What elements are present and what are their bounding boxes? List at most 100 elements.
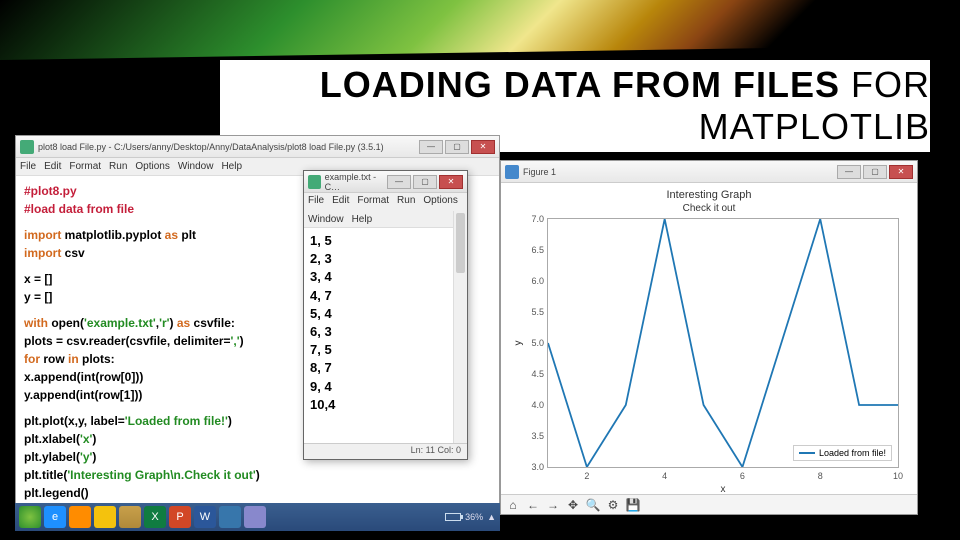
menu-help[interactable]: Help (221, 161, 242, 172)
menu-file[interactable]: File (308, 195, 324, 206)
word-icon[interactable]: W (194, 506, 216, 528)
ie-icon[interactable]: e (44, 506, 66, 528)
notepad-title: example.txt - C… (325, 172, 387, 192)
minimize-button[interactable]: — (837, 165, 861, 179)
x-tick-label: 2 (584, 471, 589, 481)
system-tray[interactable]: 36% ▲ (445, 512, 496, 522)
data-line: 7, 5 (310, 341, 461, 359)
text-file-icon (308, 175, 321, 189)
configure-icon[interactable]: ⚙ (605, 498, 621, 512)
editor-title: plot8 load File.py - C:/Users/anny/Deskt… (38, 142, 384, 152)
notepad-window-controls: — ▢ ✕ (387, 175, 463, 189)
menu-format[interactable]: Format (357, 195, 389, 206)
notepad-content[interactable]: 1, 5 2, 3 3, 4 4, 7 5, 4 6, 3 7, 5 8, 7 … (304, 228, 467, 418)
menu-window[interactable]: Window (308, 214, 344, 225)
matplotlib-icon (505, 165, 519, 179)
notepad-window: example.txt - C… — ▢ ✕ File Edit Format … (303, 170, 468, 460)
y-tick-label: 6.5 (522, 245, 544, 255)
chart-title: Interesting Graph (511, 189, 907, 201)
taskbar: e X P W 36% ▲ (15, 503, 500, 531)
battery-icon (445, 513, 461, 521)
maximize-button[interactable]: ▢ (445, 140, 469, 154)
legend-label: Loaded from file! (819, 448, 886, 458)
notepad-status: Ln: 11 Col: 0 (304, 443, 467, 459)
back-icon[interactable]: ← (525, 498, 541, 512)
menu-options[interactable]: Options (423, 195, 457, 206)
legend: Loaded from file! (793, 445, 892, 461)
notepad-menubar: File Edit Format Run Options Window Help (304, 193, 467, 228)
line-plot (548, 219, 898, 467)
chart-area: Interesting Graph Check it out Loaded fr… (501, 183, 917, 494)
code-line: plt.title('Interesting Graph\n.Check it … (24, 466, 491, 484)
y-tick-label: 4.0 (522, 400, 544, 410)
y-tick-label: 4.5 (522, 369, 544, 379)
maximize-button[interactable]: ▢ (413, 175, 437, 189)
y-tick-label: 7.0 (522, 214, 544, 224)
menu-help[interactable]: Help (352, 214, 373, 225)
menu-run[interactable]: Run (397, 195, 415, 206)
code-line: plt.legend() (24, 484, 491, 502)
axes-box: Loaded from file! y x 3.03.54.04.55.05.5… (547, 218, 899, 468)
y-tick-label: 3.5 (522, 431, 544, 441)
x-tick-label: 8 (818, 471, 823, 481)
data-line: 6, 3 (310, 323, 461, 341)
firefox-icon[interactable] (69, 506, 91, 528)
menu-run[interactable]: Run (109, 161, 127, 172)
x-tick-label: 6 (740, 471, 745, 481)
x-tick-label: 4 (662, 471, 667, 481)
close-button[interactable]: ✕ (889, 165, 913, 179)
close-button[interactable]: ✕ (439, 175, 463, 189)
powerpoint-icon[interactable]: P (169, 506, 191, 528)
home-icon[interactable]: ⌂ (505, 498, 521, 512)
figure-titlebar[interactable]: Figure 1 — ▢ ✕ (501, 161, 917, 183)
editor-titlebar[interactable]: plot8 load File.py - C:/Users/anny/Deskt… (16, 136, 499, 158)
menu-window[interactable]: Window (178, 161, 214, 172)
menu-format[interactable]: Format (69, 161, 101, 172)
forward-icon[interactable]: → (545, 498, 561, 512)
legend-swatch (799, 452, 815, 454)
data-line: 5, 4 (310, 305, 461, 323)
tray-chevron-icon[interactable]: ▲ (487, 512, 496, 522)
chart-subtitle: Check it out (511, 203, 907, 214)
x-axis-label: x (721, 484, 726, 495)
editor-window-controls: — ▢ ✕ (419, 140, 495, 154)
chrome-icon[interactable] (94, 506, 116, 528)
maximize-button[interactable]: ▢ (863, 165, 887, 179)
data-line: 4, 7 (310, 287, 461, 305)
data-line: 10,4 (310, 396, 461, 414)
figure-toolbar: ⌂ ← → ✥ 🔍 ⚙ 💾 (501, 494, 917, 514)
slide-title-strong: LOADING DATA FROM FILES (320, 64, 840, 105)
python-icon (20, 140, 34, 154)
data-line: 2, 3 (310, 250, 461, 268)
notepad-titlebar[interactable]: example.txt - C… — ▢ ✕ (304, 171, 467, 193)
figure-title: Figure 1 (523, 167, 556, 177)
save-icon[interactable]: 💾 (625, 498, 641, 512)
scrollbar[interactable] (453, 211, 467, 443)
zoom-icon[interactable]: 🔍 (585, 498, 601, 512)
pan-icon[interactable]: ✥ (565, 498, 581, 512)
menu-options[interactable]: Options (135, 161, 169, 172)
figure-window-controls: — ▢ ✕ (837, 165, 913, 179)
data-line: 9, 4 (310, 378, 461, 396)
y-tick-label: 6.0 (522, 276, 544, 286)
notepad-app-icon[interactable] (244, 506, 266, 528)
menu-edit[interactable]: Edit (44, 161, 61, 172)
close-button[interactable]: ✕ (471, 140, 495, 154)
python-app-icon[interactable] (219, 506, 241, 528)
battery-percent: 36% (465, 512, 483, 522)
x-tick-label: 10 (893, 471, 903, 481)
minimize-button[interactable]: — (387, 175, 411, 189)
data-line: 3, 4 (310, 268, 461, 286)
excel-icon[interactable]: X (144, 506, 166, 528)
y-tick-label: 3.0 (522, 462, 544, 472)
menu-edit[interactable]: Edit (332, 195, 349, 206)
minimize-button[interactable]: — (419, 140, 443, 154)
explorer-icon[interactable] (119, 506, 141, 528)
data-line: 8, 7 (310, 359, 461, 377)
y-tick-label: 5.5 (522, 307, 544, 317)
slide-ribbon (0, 0, 960, 60)
y-tick-label: 5.0 (522, 338, 544, 348)
menu-file[interactable]: File (20, 161, 36, 172)
data-line: 1, 5 (310, 232, 461, 250)
start-button[interactable] (19, 506, 41, 528)
